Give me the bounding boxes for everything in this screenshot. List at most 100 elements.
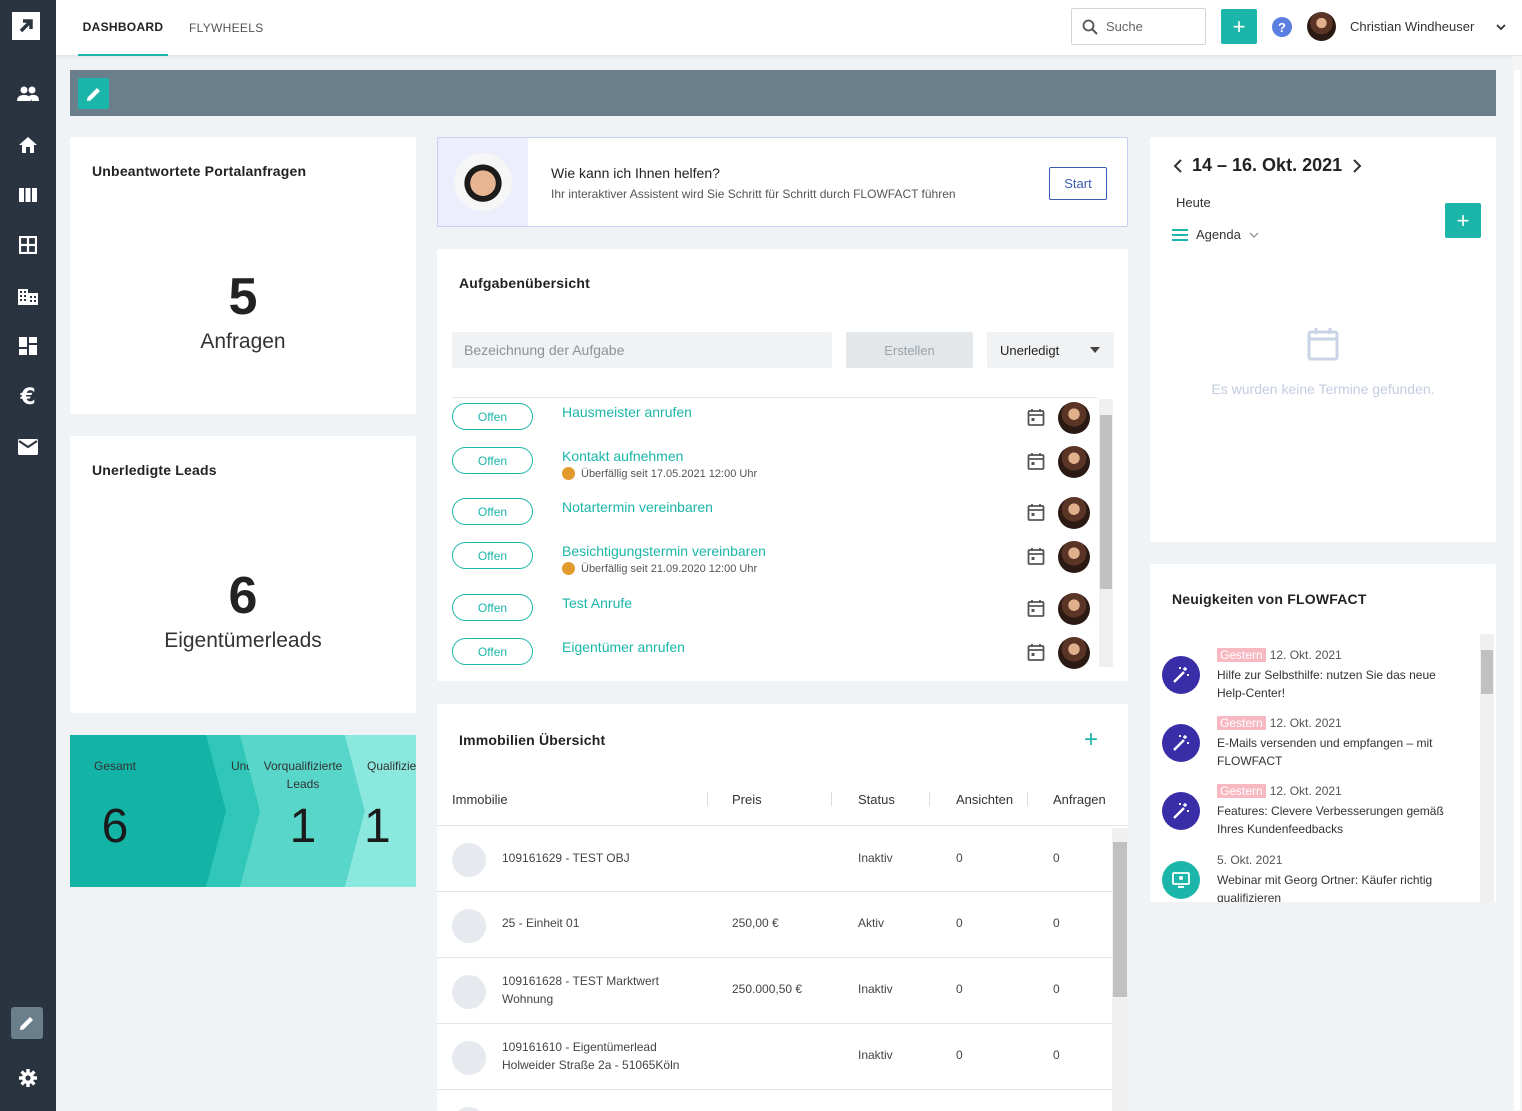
funnel-stage-total[interactable]: Gesamt 6 bbox=[70, 735, 230, 887]
home-icon[interactable] bbox=[16, 133, 40, 157]
funnel-label: Gesamt bbox=[93, 759, 136, 773]
settings-icon[interactable] bbox=[16, 1066, 40, 1090]
search-input[interactable]: Suche bbox=[1071, 8, 1206, 45]
calendar-icon[interactable] bbox=[1027, 643, 1045, 661]
calendar-icon[interactable] bbox=[1027, 408, 1045, 426]
user-name[interactable]: Christian Windheuser bbox=[1350, 19, 1474, 34]
create-task-button[interactable]: Erstellen bbox=[846, 332, 973, 368]
mail-icon[interactable] bbox=[16, 435, 40, 459]
column-header[interactable]: Anfragen bbox=[1053, 792, 1106, 807]
table-row[interactable]: 109161628 - TEST Marktwert Wohnung 250.0… bbox=[437, 958, 1112, 1024]
task-filter-select[interactable]: Unerledigt bbox=[987, 332, 1114, 368]
task-name[interactable]: Besichtigungstermin vereinbaren bbox=[562, 543, 766, 559]
column-header[interactable]: Status bbox=[858, 792, 895, 807]
open-leads-card[interactable]: Unerledigte Leads 6 Eigentümerleads bbox=[70, 436, 416, 713]
news-title[interactable]: E-Mails versenden und empfangen – mit FL… bbox=[1217, 734, 1467, 770]
page-scrollbar[interactable] bbox=[1512, 56, 1522, 1111]
portal-requests-card[interactable]: Unbeantwortete Portalanfragen 5 Anfragen bbox=[70, 137, 416, 414]
calendar-card: 14 – 16. Okt. 2021 Heute Agenda + Es wur… bbox=[1150, 137, 1496, 542]
request-count: 5 bbox=[228, 268, 258, 326]
magic-wand-icon bbox=[1162, 792, 1200, 830]
news-title[interactable]: Webinar mit Georg Ortner: Käufer richtig… bbox=[1217, 871, 1467, 902]
tab-flywheels[interactable]: FLYWHEELS bbox=[189, 0, 264, 56]
task-filter-value: Unerledigt bbox=[1000, 342, 1060, 358]
empty-calendar-icon bbox=[1307, 328, 1339, 361]
tasks-card: Aufgabenübersicht Bezeichnung der Aufgab… bbox=[437, 249, 1128, 681]
table-row[interactable] bbox=[437, 1090, 1112, 1111]
help-icon[interactable]: ? bbox=[1272, 17, 1292, 37]
column-header[interactable]: Preis bbox=[732, 792, 762, 807]
task-list[interactable]: Offen Hausmeister anrufen Offen Kontakt … bbox=[452, 397, 1097, 669]
task-name[interactable]: Test Anrufe bbox=[562, 595, 632, 611]
funnel-value: 1 bbox=[289, 800, 317, 853]
task-row[interactable]: Offen Kontakt aufnehmen Überfällig seit … bbox=[452, 446, 1097, 493]
today-button[interactable]: Heute bbox=[1176, 195, 1211, 210]
task-row[interactable]: Offen Hausmeister anrufen bbox=[452, 402, 1097, 449]
table-row[interactable]: 109161610 - Eigentümerlead Holweider Str… bbox=[437, 1024, 1112, 1090]
task-status-badge[interactable]: Offen bbox=[452, 638, 533, 665]
add-property-button[interactable]: + bbox=[1084, 726, 1098, 754]
calendar-icon[interactable] bbox=[1027, 452, 1045, 470]
dashboard-icon[interactable] bbox=[16, 334, 40, 358]
table-row[interactable]: 25 - Einheit 01 250,00 € Aktiv 0 0 bbox=[437, 892, 1112, 958]
task-status-badge[interactable]: Offen bbox=[452, 447, 533, 474]
task-row[interactable]: Offen Eigentümer anrufen bbox=[452, 637, 1097, 669]
calendar-view-select[interactable]: Agenda bbox=[1172, 227, 1259, 242]
news-scrollbar[interactable] bbox=[1480, 634, 1494, 902]
property-image-icon bbox=[452, 1041, 486, 1075]
create-new-button[interactable]: + bbox=[1221, 9, 1257, 44]
app-logo[interactable] bbox=[12, 12, 40, 40]
properties-scrollbar[interactable] bbox=[1112, 828, 1128, 1111]
property-status: Aktiv bbox=[858, 916, 885, 930]
edit-mode-button[interactable] bbox=[11, 1007, 43, 1039]
task-name[interactable]: Eigentümer anrufen bbox=[562, 639, 685, 655]
news-badge: Gestern bbox=[1217, 648, 1266, 662]
calendar-icon[interactable] bbox=[1027, 503, 1045, 521]
task-status-badge[interactable]: Offen bbox=[452, 542, 533, 569]
add-appointment-button[interactable]: + bbox=[1445, 203, 1481, 238]
board-icon[interactable] bbox=[16, 183, 40, 207]
funnel-label: Vorqualifizierte Leads bbox=[263, 759, 343, 791]
news-title[interactable]: Hilfe zur Selbsthilfe: nutzen Sie das ne… bbox=[1217, 666, 1467, 702]
edit-dashboard-button[interactable] bbox=[78, 78, 109, 109]
column-header[interactable]: Ansichten bbox=[956, 792, 1013, 807]
chevron-left-icon[interactable] bbox=[1173, 159, 1183, 173]
task-status-badge[interactable]: Offen bbox=[452, 403, 533, 430]
table-row[interactable]: 109161629 - TEST OBJ Inaktiv 0 0 bbox=[437, 826, 1112, 892]
column-header[interactable]: Immobilie bbox=[452, 792, 508, 807]
task-list-scrollbar[interactable] bbox=[1099, 399, 1113, 667]
task-row[interactable]: Offen Besichtigungstermin vereinbaren Üb… bbox=[452, 541, 1097, 588]
task-status-badge[interactable]: Offen bbox=[452, 594, 533, 621]
chevron-down-icon[interactable] bbox=[1495, 21, 1507, 33]
property-name[interactable]: 109161610 - Eigentümerlead bbox=[502, 1038, 657, 1056]
task-status-badge[interactable]: Offen bbox=[452, 498, 533, 525]
task-name-input[interactable]: Bezeichnung der Aufgabe bbox=[452, 332, 832, 368]
calendar-icon[interactable] bbox=[1027, 599, 1045, 617]
tab-dashboard[interactable]: DASHBOARD bbox=[78, 0, 168, 56]
property-name[interactable]: 109161628 - TEST Marktwert bbox=[502, 972, 659, 990]
chevron-right-icon[interactable] bbox=[1352, 159, 1362, 173]
news-title[interactable]: Features: Clevere Verbesserungen gemäß I… bbox=[1217, 802, 1467, 838]
start-assistant-button[interactable]: Start bbox=[1049, 167, 1107, 200]
news-badge: Gestern bbox=[1217, 716, 1266, 730]
user-avatar[interactable] bbox=[1307, 12, 1336, 41]
euro-icon[interactable]: € bbox=[16, 385, 40, 410]
task-row[interactable]: Offen Notartermin vereinbaren bbox=[452, 497, 1097, 544]
property-name[interactable]: 109161629 - TEST OBJ bbox=[502, 849, 630, 867]
buildings-icon[interactable] bbox=[16, 284, 40, 308]
caret-down-icon bbox=[1090, 347, 1100, 353]
property-name-line2: Holweider Straße 2a - 51065Köln bbox=[502, 1058, 680, 1072]
properties-card: Immobilien Übersicht + Immobilie Preis S… bbox=[437, 704, 1128, 1111]
assistant-subtitle: Ihr interaktiver Assistent wird Sie Schr… bbox=[551, 187, 956, 201]
contacts-icon[interactable] bbox=[16, 82, 40, 106]
lead-funnel: Gesamt 6 Unqualifizierte Leads 4 Vorqual… bbox=[70, 735, 416, 887]
calendar-icon[interactable] bbox=[1027, 547, 1045, 565]
property-name[interactable]: 25 - Einheit 01 bbox=[502, 914, 579, 932]
property-views: 0 bbox=[956, 982, 963, 996]
assistant-banner: Wie kann ich Ihnen helfen? Ihr interakti… bbox=[437, 137, 1128, 227]
task-name[interactable]: Hausmeister anrufen bbox=[562, 404, 692, 420]
task-name[interactable]: Notartermin vereinbaren bbox=[562, 499, 713, 515]
grid-icon[interactable] bbox=[16, 233, 40, 257]
task-row[interactable]: Offen Test Anrufe bbox=[452, 593, 1097, 640]
task-name[interactable]: Kontakt aufnehmen bbox=[562, 448, 683, 464]
